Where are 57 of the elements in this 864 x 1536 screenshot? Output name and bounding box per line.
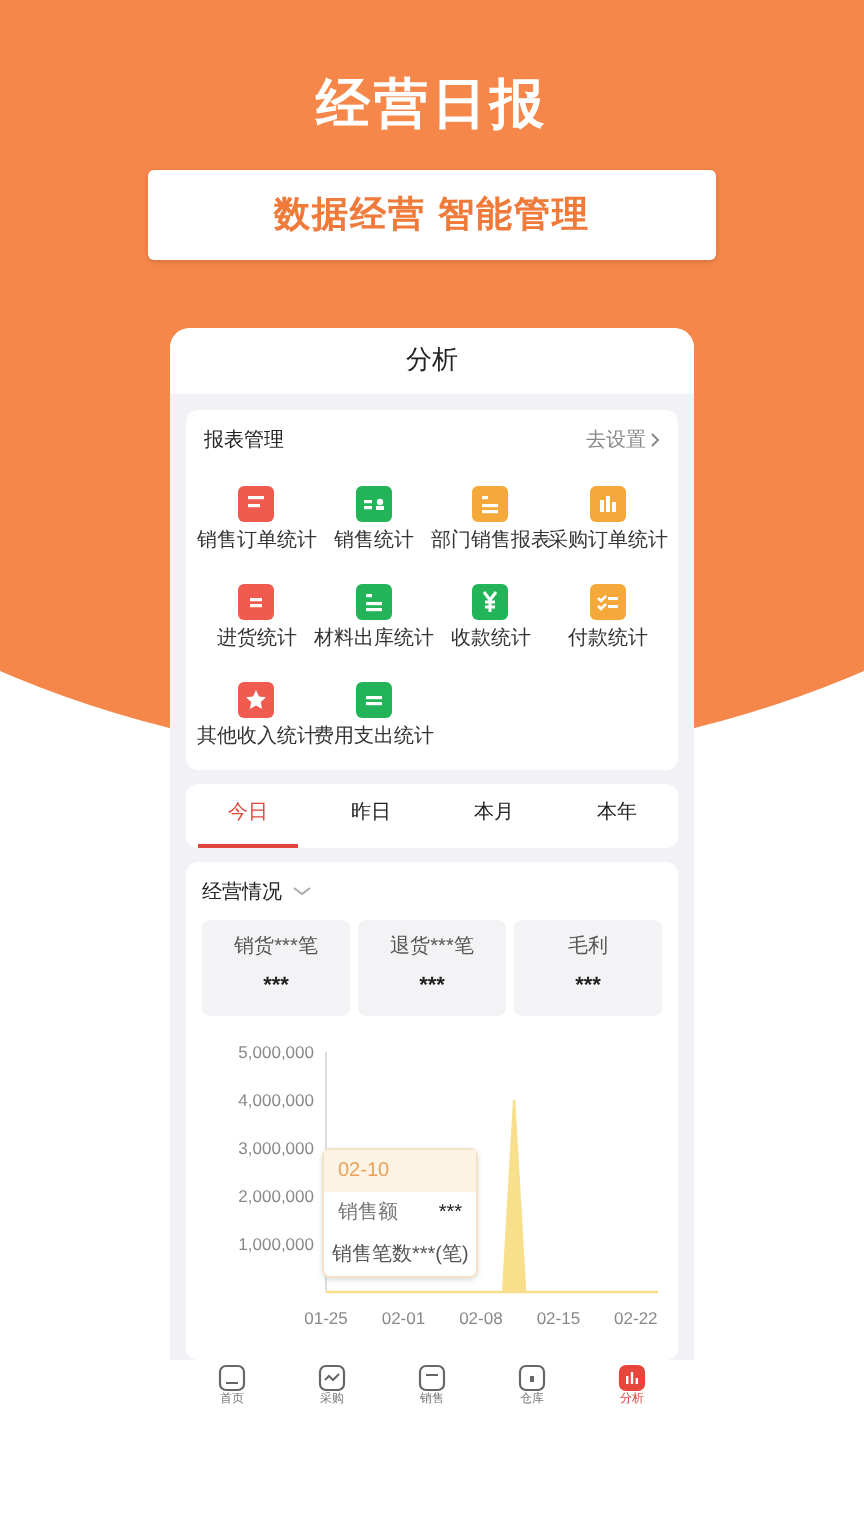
stat-value: *** [419, 971, 445, 1002]
tooltip-label: 销售额 [338, 1199, 398, 1227]
report-icon [236, 679, 277, 719]
report-icon [353, 483, 394, 523]
axis-label: 02-01 [381, 1307, 426, 1327]
period-tab[interactable]: 昨日 [321, 783, 420, 847]
report-item[interactable]: 销售订单统计 [198, 483, 315, 553]
axis-label: 5,000,000 [238, 1041, 314, 1061]
report-item[interactable]: 采购订单统计 [549, 483, 666, 553]
section-title: 经营情况 [202, 879, 282, 907]
axis-label: 02-15 [536, 1307, 581, 1327]
report-item[interactable]: 费用支出统计 [315, 679, 432, 749]
report-item[interactable]: 其他收入统计 [198, 679, 315, 749]
period-tab[interactable]: 本月 [444, 783, 543, 847]
headline: 经营日报 [316, 72, 548, 138]
stat-value: *** [263, 971, 289, 1002]
report-icon [587, 581, 628, 621]
stat-label: 毛利 [568, 933, 608, 962]
report-icon [353, 679, 394, 719]
stat-label: 销货***笔 [234, 933, 318, 962]
settings-link[interactable]: 去设置 [586, 425, 660, 455]
chevron-icon [292, 886, 312, 898]
tooltip-value: *** [438, 1199, 462, 1227]
report-icon [353, 581, 394, 621]
report-item[interactable]: 销售统计 [315, 483, 432, 553]
report-icon [587, 483, 628, 523]
report-icon [470, 483, 511, 523]
nav-icon [618, 1364, 646, 1392]
report-icon [236, 483, 277, 523]
tooltip-date: 02-10 [324, 1149, 476, 1191]
axis-label: 2,000,000 [238, 1185, 314, 1205]
screen-title: 分析 [170, 327, 694, 393]
nav-icon [518, 1364, 546, 1392]
section-title: 报表管理 [204, 427, 284, 455]
period-tab[interactable]: 今日 [198, 783, 297, 847]
axis-label: 02-08 [459, 1307, 503, 1327]
report-icon [236, 581, 277, 621]
tooltip-count: 销售笔数***(笔) [330, 1241, 471, 1269]
report-item[interactable]: 付款统计 [549, 581, 666, 651]
report-icon [470, 581, 511, 621]
report-item[interactable]: 部门销售报表 [432, 483, 549, 553]
slogan-banner: 数据经营 智能管理 [148, 169, 716, 259]
chevron-right-icon [650, 432, 660, 448]
period-tab[interactable]: 本年 [567, 783, 666, 847]
axis-label: 4,000,000 [238, 1089, 314, 1109]
axis-label: 02-22 [614, 1307, 658, 1327]
nav-icon [418, 1364, 446, 1392]
stat-value: *** [575, 971, 601, 1002]
report-item[interactable]: 收款统计 [432, 581, 549, 651]
axis-label: 3,000,000 [238, 1137, 314, 1157]
report-item[interactable]: 进货统计 [198, 581, 315, 651]
stat-label: 退货***笔 [390, 933, 474, 962]
report-item[interactable]: 材料出库统计 [315, 581, 432, 651]
nav-icon [218, 1364, 246, 1392]
nav-icon [318, 1364, 346, 1392]
axis-label: 01-25 [304, 1307, 348, 1327]
axis-label: 1,000,000 [238, 1233, 314, 1253]
